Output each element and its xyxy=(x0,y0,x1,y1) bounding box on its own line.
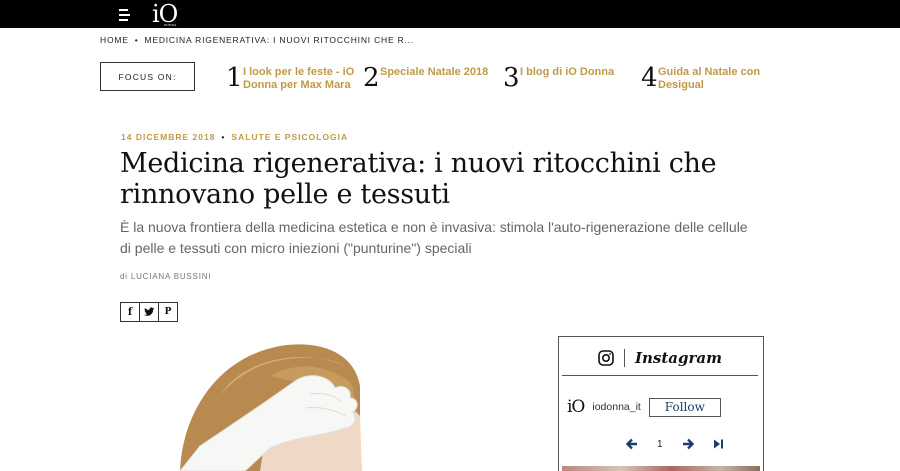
meta-separator: • xyxy=(221,132,226,142)
focus-item-4[interactable]: 4 Guida al Natale con Desigual xyxy=(641,64,773,92)
focus-item-number: 3 xyxy=(503,63,520,93)
focus-item-2[interactable]: 2 Speciale Natale 2018 xyxy=(363,64,495,92)
focus-item-number: 2 xyxy=(363,63,380,93)
article-date: 14 DICEMBRE 2018 xyxy=(121,132,216,142)
article-author: di LUCIANA BUSSINI xyxy=(120,272,212,281)
hamburger-menu-icon[interactable] xyxy=(119,9,130,21)
focus-item-link[interactable]: I look per le feste - iO Donna per Max M… xyxy=(243,66,358,92)
instagram-user-row: iO iodonna_it Follow xyxy=(567,397,721,417)
instagram-widget: Instagram iO iodonna_it Follow 1 xyxy=(558,336,764,471)
instagram-header-divider xyxy=(624,348,625,367)
focus-item-link[interactable]: Guida al Natale con Desigual xyxy=(658,66,773,92)
focus-item-3[interactable]: 3 I blog di iO Donna xyxy=(503,64,635,92)
focus-item-link[interactable]: I blog di iO Donna xyxy=(520,66,635,79)
pinterest-icon: P xyxy=(164,307,172,317)
instagram-user-avatar[interactable]: iO xyxy=(567,397,585,417)
instagram-pager: 1 xyxy=(625,437,725,451)
article-subtitle: È la nuova frontiera della medicina este… xyxy=(120,219,748,256)
arrow-right-icon[interactable] xyxy=(681,437,695,451)
pinterest-share-button[interactable]: P xyxy=(158,302,178,322)
breadcrumb: HOME • MEDICINA RIGENERATIVA: I NUOVI RITO… xyxy=(100,35,414,45)
follow-button[interactable]: Follow xyxy=(648,397,721,417)
article-category-link[interactable]: SALUTE E PSICOLOGIA xyxy=(231,132,348,142)
focus-item-1[interactable]: 1 I look per le feste - iO Donna per Max… xyxy=(226,64,358,92)
instagram-handle[interactable]: iodonna_it xyxy=(592,401,640,413)
breadcrumb-current: MEDICINA RIGENERATIVA: I NUOVI RITOCCHIN… xyxy=(144,35,415,45)
focus-on-label: FOCUS ON: xyxy=(100,62,195,91)
facebook-icon: f xyxy=(127,306,133,318)
arrow-left-icon[interactable] xyxy=(625,437,639,451)
top-bar: iO DONNA xyxy=(0,0,900,28)
instagram-icon xyxy=(598,349,614,366)
article-hero-image xyxy=(120,336,520,471)
article-title: Medicina rigenerativa: i nuovi ritocchin… xyxy=(120,148,717,210)
instagram-photo-thumbnail[interactable] xyxy=(562,466,760,471)
breadcrumb-separator: • xyxy=(134,35,139,45)
skip-to-end-icon[interactable] xyxy=(711,437,725,451)
article-meta: 14 DICEMBRE 2018 • SALUTE E PSICOLOGIA xyxy=(121,132,348,142)
focus-item-number: 4 xyxy=(641,63,658,93)
instagram-page-number: 1 xyxy=(657,438,663,450)
twitter-icon xyxy=(143,307,155,316)
instagram-title: Instagram xyxy=(635,348,722,367)
breadcrumb-home-link[interactable]: HOME xyxy=(100,35,129,45)
facebook-share-button[interactable]: f xyxy=(120,302,140,322)
twitter-share-button[interactable] xyxy=(139,302,159,322)
instagram-header: Instagram xyxy=(562,340,758,376)
focus-item-link[interactable]: Speciale Natale 2018 xyxy=(380,66,495,79)
share-buttons: f P xyxy=(120,302,178,322)
hero-illustration xyxy=(179,344,362,471)
focus-item-number: 1 xyxy=(226,63,243,93)
site-logo[interactable]: iO DONNA xyxy=(152,1,178,27)
